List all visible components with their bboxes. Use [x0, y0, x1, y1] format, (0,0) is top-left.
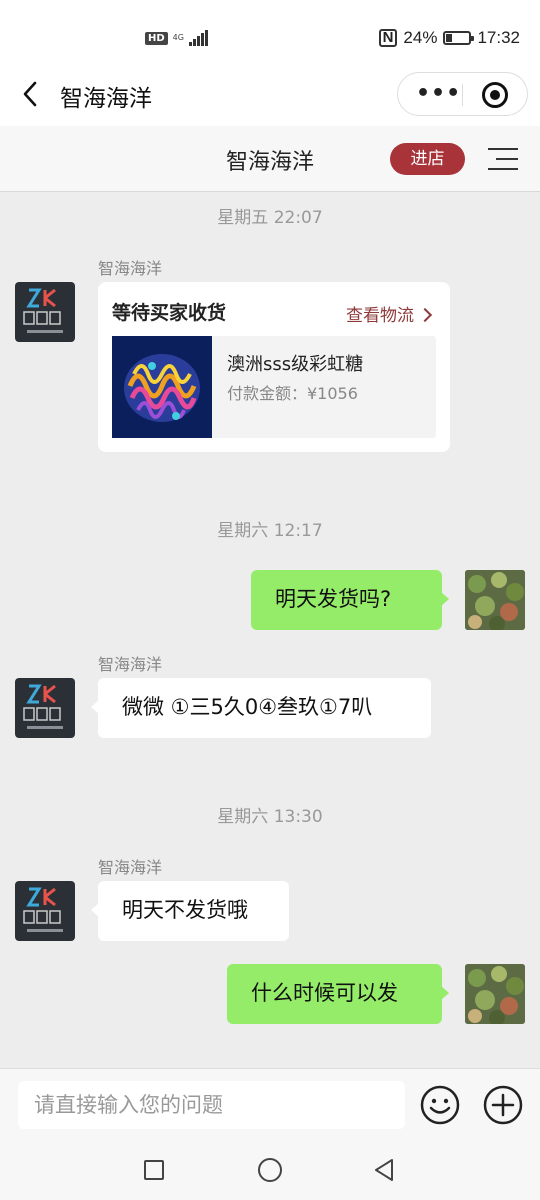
- message-text: 什么时候可以发: [251, 981, 398, 1005]
- signal-indicators: HD 4G: [145, 30, 208, 46]
- status-bar: HD 4G N 24% 17:32: [0, 0, 540, 62]
- user-avatar[interactable]: [465, 964, 525, 1024]
- input-bar: [0, 1068, 540, 1140]
- message-bubble-sent[interactable]: 明天发货吗?: [251, 570, 449, 630]
- nfc-icon: N: [378, 29, 398, 47]
- enter-shop-button[interactable]: 进店: [390, 143, 465, 175]
- view-logistics-link[interactable]: 查看物流: [346, 301, 433, 326]
- capsule-divider: [462, 84, 463, 106]
- timestamp: 星期六 13:30: [217, 807, 323, 827]
- message-input-wrapper: [18, 1081, 405, 1129]
- system-nav-bar: [0, 1140, 540, 1200]
- user-avatar[interactable]: [465, 570, 525, 630]
- sender-name: 智海海洋: [98, 858, 163, 877]
- order-card[interactable]: 等待买家收货 查看物流 澳洲sss级彩虹糖 付款金额：¥1056: [98, 282, 450, 452]
- product-price: 付款金额：¥1056: [227, 384, 358, 403]
- message-text: 明天不发货哦: [122, 898, 248, 922]
- product-name: 澳洲sss级彩虹糖: [227, 354, 364, 375]
- network-type: 4G: [172, 33, 184, 42]
- message-bubble-sent[interactable]: 什么时候可以发: [227, 964, 449, 1024]
- message-text: 明天发货吗?: [275, 587, 392, 611]
- plus-icon[interactable]: [483, 1085, 523, 1125]
- hd-icon: HD: [145, 31, 168, 45]
- menu-icon[interactable]: [488, 146, 518, 172]
- battery-icon: [443, 31, 475, 45]
- page-title: 智海海洋: [60, 86, 152, 112]
- order-status: 等待买家收货: [112, 302, 227, 324]
- signal-icon: [188, 30, 208, 46]
- emoji-icon[interactable]: [420, 1085, 460, 1125]
- product-image: [112, 336, 212, 438]
- chevron-right-icon: [417, 307, 433, 323]
- more-icon[interactable]: •••: [416, 83, 461, 105]
- shop-avatar[interactable]: [15, 282, 75, 342]
- message-bubble-received[interactable]: 微微 ①三5久0④叁玖①7叭: [91, 678, 431, 738]
- timestamp: 星期六 12:17: [217, 521, 323, 541]
- timestamp: 星期五 22:07: [217, 208, 323, 228]
- battery-percent: 24%: [403, 28, 438, 47]
- status-right: N 24% 17:32: [378, 28, 520, 48]
- target-icon[interactable]: [482, 82, 508, 108]
- mini-program-capsule: •••: [397, 72, 528, 116]
- order-item[interactable]: 澳洲sss级彩虹糖 付款金额：¥1056: [112, 336, 436, 438]
- sender-name: 智海海洋: [98, 655, 163, 674]
- back-nav-icon[interactable]: [372, 1158, 396, 1182]
- view-logistics-label: 查看物流: [346, 306, 414, 326]
- sender-name: 智海海洋: [98, 259, 163, 278]
- message-text: 微微 ①三5久0④叁玖①7叭: [122, 695, 373, 719]
- back-icon[interactable]: [20, 80, 42, 108]
- shop-bar: 智海海洋 进店: [0, 126, 540, 192]
- title-bar: 智海海洋 •••: [0, 62, 540, 126]
- home-icon[interactable]: [258, 1158, 282, 1182]
- message-input[interactable]: [18, 1081, 405, 1129]
- shop-avatar[interactable]: [15, 678, 75, 738]
- shop-avatar[interactable]: [15, 881, 75, 941]
- message-bubble-received[interactable]: 明天不发货哦: [91, 881, 289, 941]
- recent-apps-icon[interactable]: [144, 1160, 164, 1180]
- clock: 17:32: [477, 28, 520, 47]
